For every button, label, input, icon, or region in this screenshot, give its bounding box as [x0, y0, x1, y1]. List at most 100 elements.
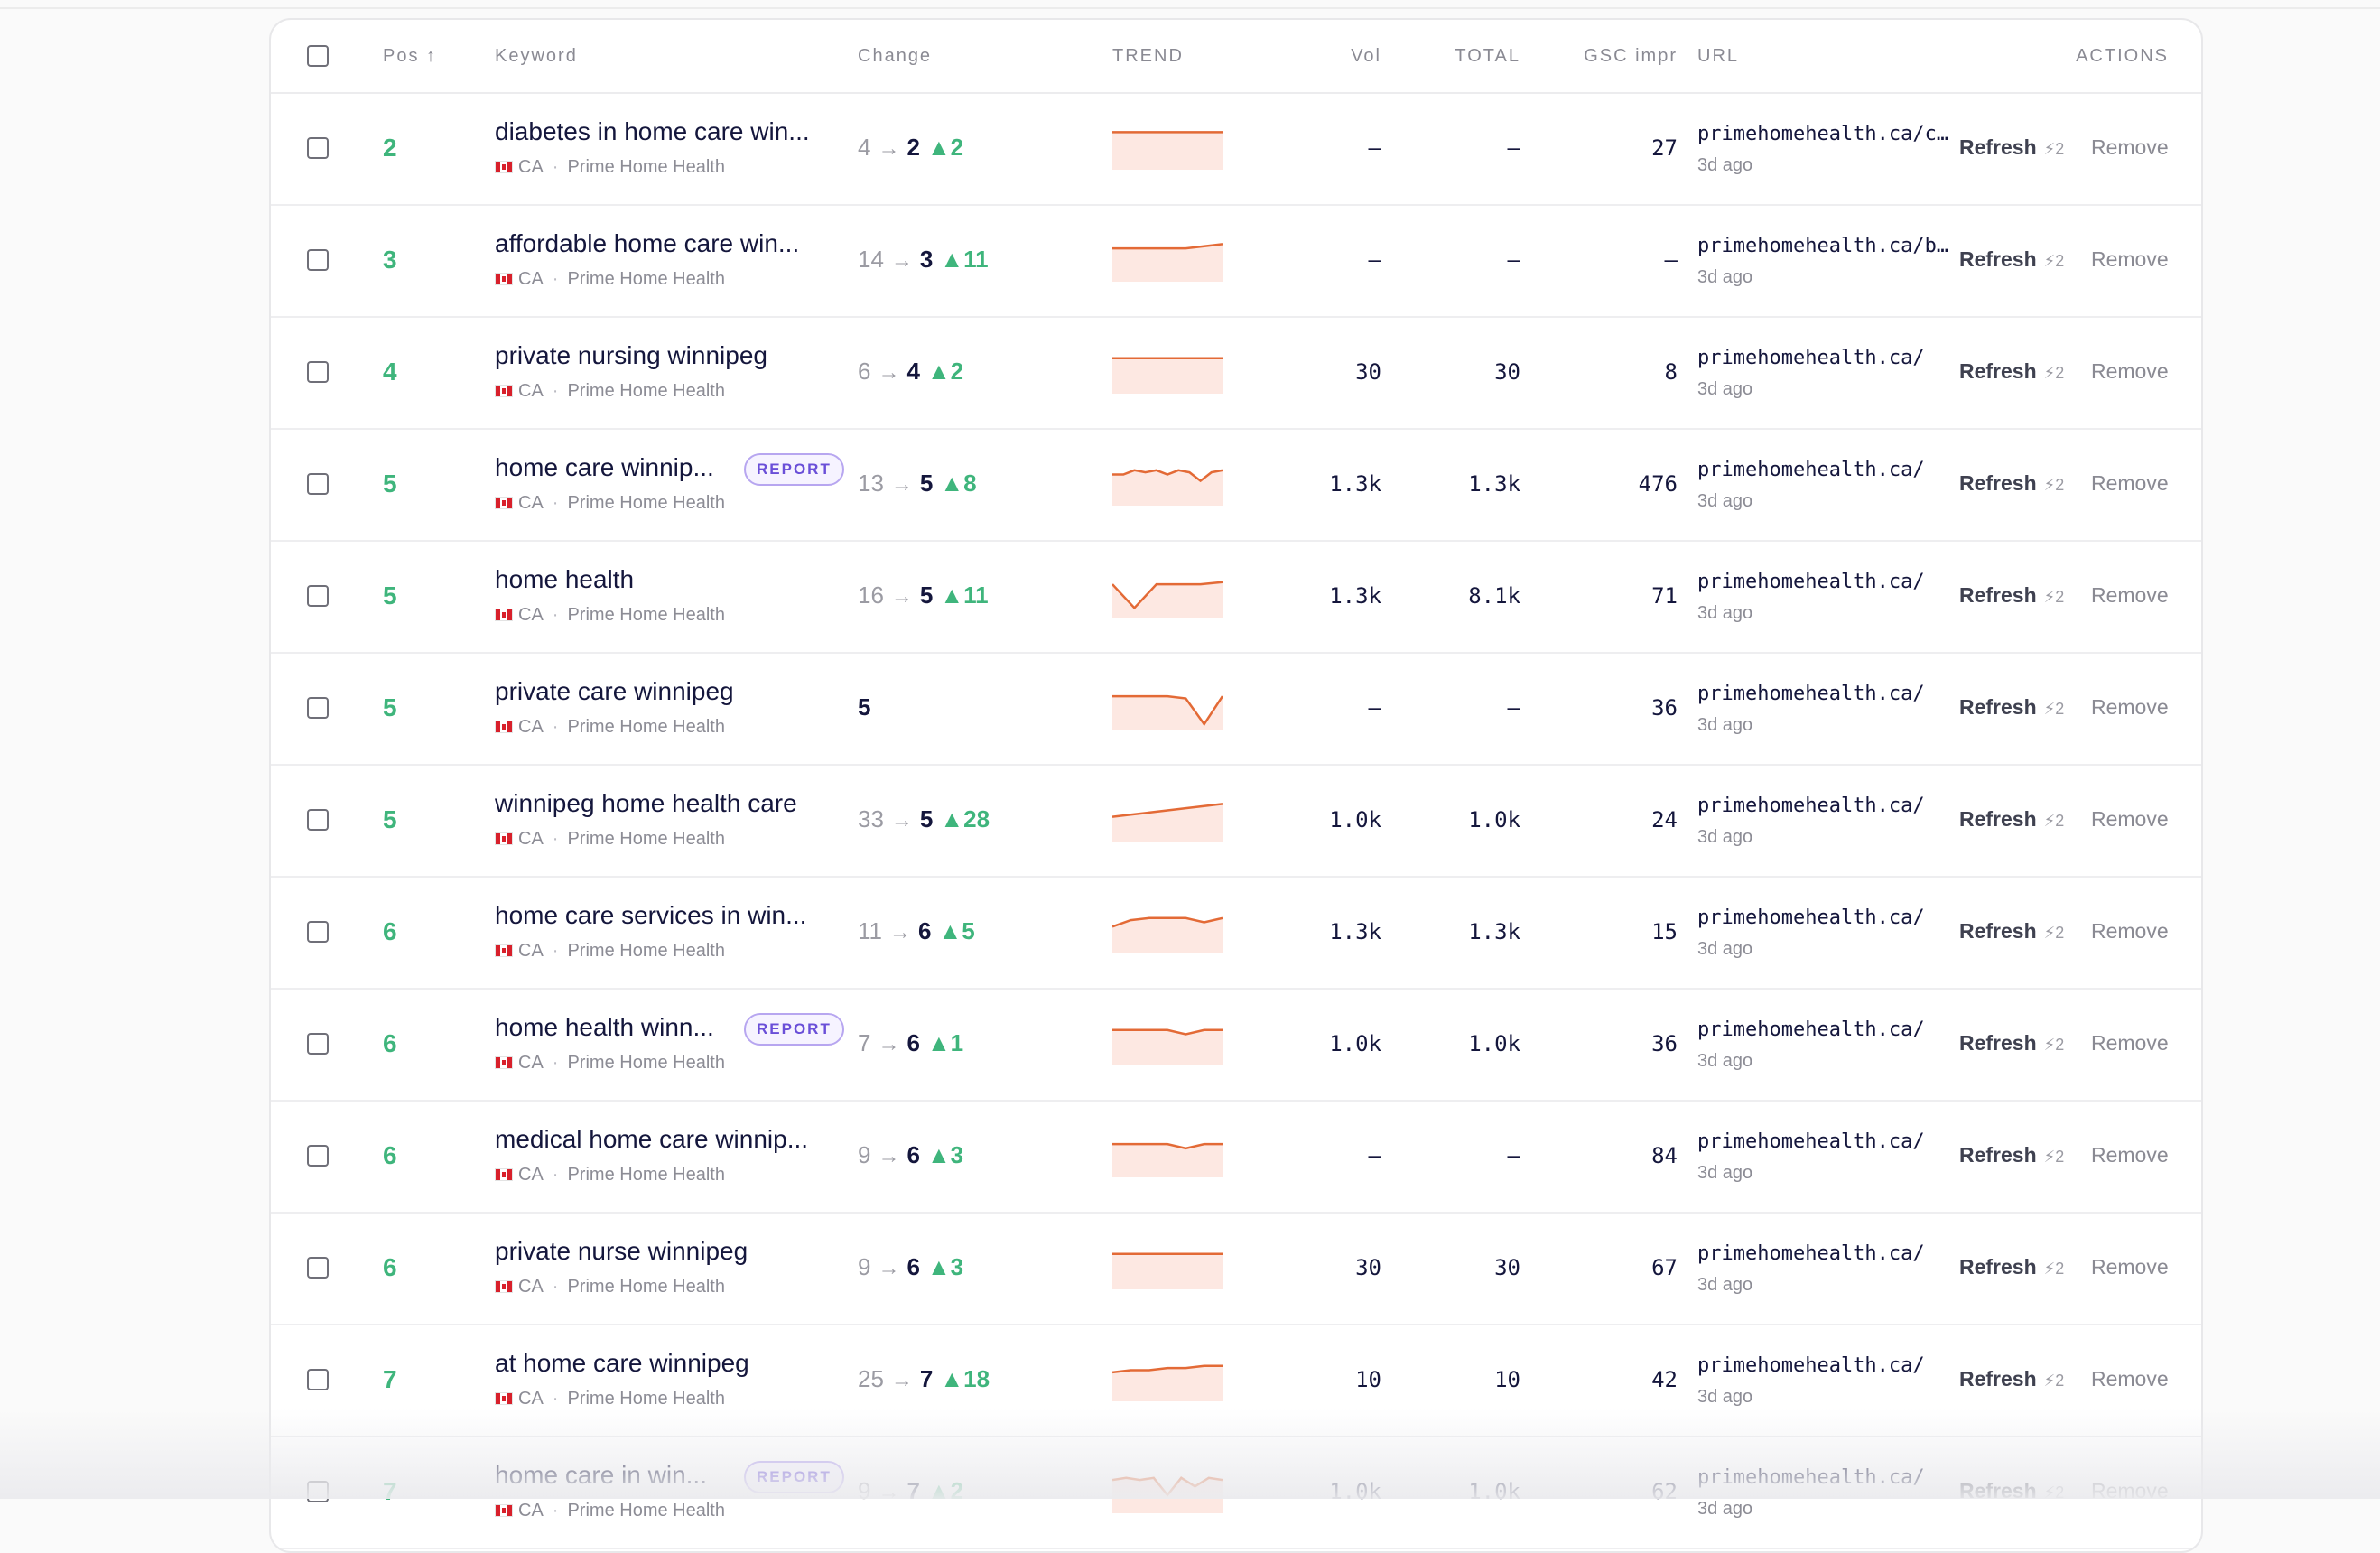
table-row[interactable]: 6 medical home care winnip... CA · Prime Hom… — [271, 1102, 2201, 1214]
row-checkbox[interactable] — [307, 361, 329, 383]
previous-position: 33 — [858, 805, 884, 832]
current-position: 5 — [919, 470, 934, 497]
gsc-impressions: 42 — [1651, 1367, 1678, 1392]
refresh-button[interactable]: Refresh ⚡2 — [1959, 247, 2064, 272]
column-total[interactable]: TOTAL — [1381, 20, 1520, 92]
refresh-button[interactable]: Refresh ⚡2 — [1959, 583, 2064, 608]
table-row[interactable]: 7 at home care winnipeg CA · Prime Home Heal… — [271, 1325, 2201, 1437]
row-checkbox[interactable] — [307, 137, 329, 159]
keywords-table: Pos ↑ Keyword Change TREND Vol TOTAL GSC… — [269, 18, 2203, 1553]
ranking-url[interactable]: primehomehealth.ca/ — [1697, 347, 1959, 369]
refresh-button[interactable]: Refresh ⚡2 — [1959, 1031, 2064, 1055]
table-row[interactable]: 5 private care winnipeg CA · Prime Home Heal… — [271, 654, 2201, 766]
ranking-url[interactable]: primehomehealth.ca/ — [1697, 1242, 1959, 1265]
keyword-text[interactable]: private nursing winnipeg — [495, 341, 838, 370]
row-checkbox[interactable] — [307, 809, 329, 831]
refresh-button[interactable]: Refresh ⚡2 — [1959, 919, 2064, 944]
ranking-url[interactable]: primehomehealth.ca/ — [1697, 795, 1959, 817]
remove-button[interactable]: Remove — [2091, 471, 2169, 496]
row-checkbox[interactable] — [307, 249, 329, 271]
row-checkbox[interactable] — [307, 697, 329, 719]
table-row[interactable]: 6 home health winn... REPORT CA · Prime Home … — [271, 990, 2201, 1102]
remove-button[interactable]: Remove — [2091, 695, 2169, 720]
row-checkbox[interactable] — [307, 473, 329, 495]
keyword-text[interactable]: affordable home care win... — [495, 229, 838, 258]
ranking-url[interactable]: primehomehealth.ca/bl... — [1697, 235, 1959, 257]
report-badge[interactable]: REPORT — [744, 453, 844, 486]
ranking-url[interactable]: primehomehealth.ca/co... — [1697, 123, 1959, 145]
table-row[interactable]: 5 home health CA · Prime Home Health 16 → 5 ▲11 1… — [271, 542, 2201, 654]
keyword-text[interactable]: winnipeg home health care — [495, 789, 838, 818]
country-code: CA — [518, 1501, 544, 1520]
row-checkbox[interactable] — [307, 585, 329, 607]
remove-button[interactable]: Remove — [2091, 1255, 2169, 1279]
row-checkbox[interactable] — [307, 1369, 329, 1390]
table-row[interactable]: 2 diabetes in home care win... CA · Prime Ho… — [271, 94, 2201, 206]
remove-button[interactable]: Remove — [2091, 1031, 2169, 1055]
triangle-up-icon: ▲ — [940, 470, 964, 497]
keyword-text[interactable]: private care winnipeg — [495, 677, 838, 706]
refresh-button[interactable]: Refresh ⚡2 — [1959, 695, 2064, 720]
remove-button[interactable]: Remove — [2091, 1143, 2169, 1167]
refresh-button[interactable]: Refresh ⚡2 — [1959, 807, 2064, 832]
report-badge[interactable]: REPORT — [744, 1461, 844, 1493]
refresh-button[interactable]: Refresh ⚡2 — [1959, 1479, 2064, 1503]
row-checkbox[interactable] — [307, 1257, 329, 1279]
remove-button[interactable]: Remove — [2091, 135, 2169, 160]
lightning-icon: ⚡2 — [2043, 1483, 2065, 1502]
keyword-text[interactable]: diabetes in home care win... — [495, 117, 838, 146]
remove-button[interactable]: Remove — [2091, 359, 2169, 384]
column-keyword[interactable]: Keyword — [495, 20, 578, 92]
select-all-checkbox[interactable] — [307, 45, 329, 67]
report-badge[interactable]: REPORT — [744, 1013, 844, 1046]
column-pos[interactable]: Pos ↑ — [383, 20, 437, 92]
arrow-right-icon: → — [878, 136, 900, 161]
refresh-button[interactable]: Refresh ⚡2 — [1959, 471, 2064, 496]
keyword-text[interactable]: medical home care winnip... — [495, 1125, 838, 1154]
country-code: CA — [518, 1277, 544, 1297]
refresh-button[interactable]: Refresh ⚡2 — [1959, 1143, 2064, 1167]
remove-button[interactable]: Remove — [2091, 1479, 2169, 1503]
table-row[interactable]: 6 private nurse winnipeg CA · Prime Home Hea… — [271, 1214, 2201, 1325]
position-gain: ▲11 — [940, 246, 989, 273]
column-gsc-impr[interactable]: GSC impr — [1553, 20, 1678, 92]
triangle-up-icon: ▲ — [940, 246, 964, 273]
keyword-text[interactable]: home care services in win... — [495, 901, 838, 930]
remove-button[interactable]: Remove — [2091, 583, 2169, 608]
keyword-text[interactable]: private nurse winnipeg — [495, 1237, 838, 1266]
refresh-button[interactable]: Refresh ⚡2 — [1959, 359, 2064, 384]
column-change[interactable]: Change — [858, 20, 932, 92]
ranking-url[interactable]: primehomehealth.ca/ — [1697, 1130, 1959, 1153]
table-row[interactable]: 6 home care services in win... CA · Prime Ho… — [271, 878, 2201, 990]
row-checkbox[interactable] — [307, 921, 329, 943]
table-row[interactable]: 5 home care winnip... REPORT CA · Prime Home … — [271, 430, 2201, 542]
country-code: CA — [518, 1053, 544, 1073]
ranking-url[interactable]: primehomehealth.ca/ — [1697, 571, 1959, 593]
row-checkbox[interactable] — [307, 1033, 329, 1055]
remove-button[interactable]: Remove — [2091, 919, 2169, 944]
table-row[interactable]: 3 affordable home care win... CA · Prime Hom… — [271, 206, 2201, 318]
project-name: Prime Home Health — [567, 1389, 725, 1409]
refresh-button[interactable]: Refresh ⚡2 — [1959, 1367, 2064, 1391]
table-row[interactable]: 7 home care in win... REPORT CA · Prime Home … — [271, 1437, 2201, 1549]
position-change: 13 → 5 ▲8 — [858, 470, 977, 498]
refresh-button[interactable]: Refresh ⚡2 — [1959, 1255, 2064, 1279]
remove-button[interactable]: Remove — [2091, 807, 2169, 832]
remove-button[interactable]: Remove — [2091, 247, 2169, 272]
row-checkbox[interactable] — [307, 1481, 329, 1502]
keyword-text[interactable]: at home care winnipeg — [495, 1349, 838, 1378]
ranking-url[interactable]: primehomehealth.ca/ — [1697, 459, 1959, 481]
ranking-url[interactable]: primehomehealth.ca/ — [1697, 1018, 1959, 1041]
ranking-url[interactable]: primehomehealth.ca/ — [1697, 1354, 1959, 1377]
ranking-url[interactable]: primehomehealth.ca/ — [1697, 1466, 1959, 1489]
column-vol[interactable]: Vol — [1264, 20, 1381, 92]
ranking-url[interactable]: primehomehealth.ca/ — [1697, 683, 1959, 705]
ranking-url[interactable]: primehomehealth.ca/ — [1697, 907, 1959, 929]
keyword-text[interactable]: home health — [495, 565, 838, 594]
remove-button[interactable]: Remove — [2091, 1367, 2169, 1391]
keyword-location: CA · Prime Home Health — [495, 157, 725, 178]
row-checkbox[interactable] — [307, 1145, 329, 1167]
refresh-button[interactable]: Refresh ⚡2 — [1959, 135, 2064, 160]
table-row[interactable]: 5 winnipeg home health care CA · Prime Home … — [271, 766, 2201, 878]
table-row[interactable]: 4 private nursing winnipeg CA · Prime Home H… — [271, 318, 2201, 430]
